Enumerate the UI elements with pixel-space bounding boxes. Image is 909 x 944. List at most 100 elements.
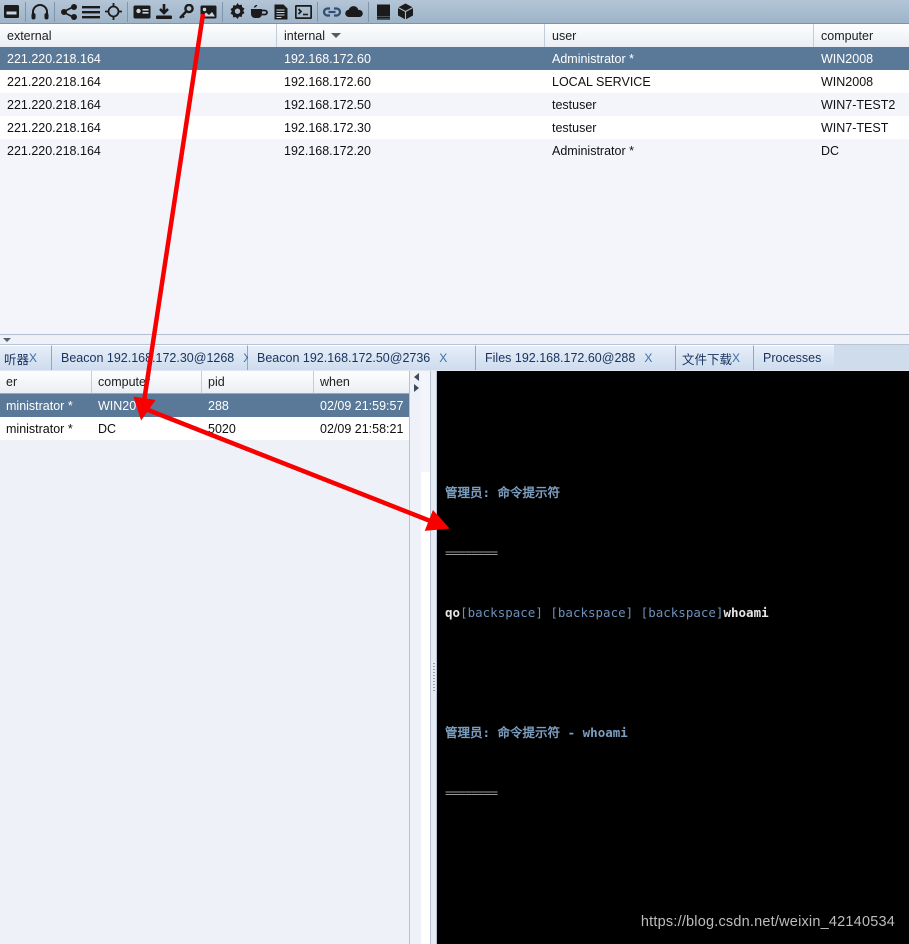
- process-table-header: er computer pid when: [0, 371, 421, 394]
- column-header-external[interactable]: external: [0, 24, 277, 47]
- table-empty-area: [0, 440, 421, 944]
- tab-file-download[interactable]: 文件下载 X: [676, 345, 754, 370]
- tab-label: 文件下载: [682, 352, 733, 367]
- screenshot-image-icon[interactable]: [197, 1, 219, 23]
- cell-computer: DC: [821, 143, 840, 158]
- cell-computer: WIN2008: [821, 51, 874, 66]
- tab-beacon-172-30[interactable]: Beacon 192.168.172.30@1268 X: [52, 345, 251, 370]
- table-row[interactable]: ministrator * WIN2008 288 02/09 21:59:57: [0, 394, 421, 417]
- scroll-left-icon[interactable]: [410, 371, 422, 382]
- cell-user: Administrator *: [552, 51, 634, 66]
- cell-internal: 192.168.172.60: [284, 51, 371, 66]
- cell-user: testuser: [552, 97, 597, 112]
- chevron-down-icon[interactable]: [3, 338, 11, 342]
- tab-close-icon[interactable]: X: [732, 351, 740, 365]
- column-header-pid[interactable]: pid: [202, 371, 314, 393]
- tab-close-icon[interactable]: X: [439, 351, 447, 365]
- sort-descending-icon: [331, 33, 341, 38]
- download-icon[interactable]: [153, 1, 175, 23]
- pane-splitter[interactable]: [430, 371, 437, 944]
- watermark-text: https://blog.csdn.net/weixin_42140534: [640, 914, 895, 930]
- cloud-upload-icon[interactable]: [343, 1, 365, 23]
- cell-user: ministrator *: [6, 421, 73, 436]
- cell-external: 221.220.218.164: [7, 143, 101, 158]
- toolbar-separator: [127, 1, 128, 22]
- table-row[interactable]: 221.220.218.164 192.168.172.50 testuser …: [0, 93, 909, 116]
- toolbar-separator: [54, 1, 55, 22]
- beacon-console-output[interactable]: 管理员: 命令提示符 ======== qo[backspace] [backs…: [437, 371, 909, 944]
- beacon-table: external internal user computer 221.220.…: [0, 24, 909, 472]
- table-row[interactable]: ministrator * DC 5020 02/09 21:58:21: [0, 417, 421, 440]
- column-header-user[interactable]: er: [0, 371, 92, 393]
- scroll-right-icon[interactable]: [410, 382, 422, 393]
- column-header-label: computer: [98, 375, 151, 389]
- toolbar-separator: [368, 1, 369, 22]
- column-header-when[interactable]: when: [314, 371, 409, 393]
- cell-computer: DC: [98, 421, 117, 436]
- tab-close-icon[interactable]: X: [29, 351, 37, 365]
- cell-external: 221.220.218.164: [7, 74, 101, 89]
- cell-computer: WIN2008: [98, 398, 151, 413]
- tab-beacon-172-50[interactable]: Beacon 192.168.172.50@2736 X: [248, 345, 476, 370]
- console-line: qo[backspace] [backspace] [backspace]who…: [445, 605, 769, 620]
- book-icon[interactable]: [372, 1, 394, 23]
- cell-pid: 288: [208, 398, 229, 413]
- tab-strip: 听器 X Beacon 192.168.172.30@1268 X Beacon…: [0, 345, 909, 370]
- tab-listener[interactable]: 听器 X: [0, 345, 52, 370]
- console-line: ========: [445, 785, 498, 800]
- tab-close-icon[interactable]: X: [644, 351, 652, 365]
- gear-settings-icon[interactable]: [226, 1, 248, 23]
- tab-label: 听器: [4, 352, 30, 367]
- column-header-label: pid: [208, 375, 225, 389]
- column-header-computer[interactable]: computer: [814, 24, 909, 47]
- column-header-label: external: [7, 28, 52, 43]
- list-lines-icon[interactable]: [80, 1, 102, 23]
- column-header-label: er: [6, 375, 18, 389]
- console-line: 管理员: 命令提示符: [445, 485, 561, 500]
- link-chain-icon[interactable]: [321, 1, 343, 23]
- split-divider-handle[interactable]: [0, 334, 909, 345]
- column-header-label: internal: [284, 28, 325, 43]
- headphones-icon[interactable]: [29, 1, 51, 23]
- table-row[interactable]: 221.220.218.164 192.168.172.60 Administr…: [0, 47, 909, 70]
- table-row[interactable]: 221.220.218.164 192.168.172.60 LOCAL SER…: [0, 70, 909, 93]
- horizontal-scroll-arrows[interactable]: [409, 371, 421, 944]
- cell-user: testuser: [552, 120, 597, 135]
- column-header-computer[interactable]: computer: [92, 371, 202, 393]
- console-line: ========: [445, 545, 498, 560]
- package-cube-icon[interactable]: [394, 1, 416, 23]
- key-icon[interactable]: [175, 1, 197, 23]
- cell-internal: 192.168.172.50: [284, 97, 371, 112]
- cell-when: 02/09 21:59:57: [320, 398, 404, 413]
- column-header-user[interactable]: user: [545, 24, 814, 47]
- script-document-icon[interactable]: [270, 1, 292, 23]
- toolbar-separator: [25, 1, 26, 22]
- cell-computer: WIN7-TEST: [821, 120, 889, 135]
- cell-user: ministrator *: [6, 398, 73, 413]
- cell-computer: WIN2008: [821, 74, 874, 89]
- cell-external: 221.220.218.164: [7, 97, 101, 112]
- tab-label: Beacon 192.168.172.50@2736: [257, 351, 431, 365]
- cell-computer: WIN7-TEST2: [821, 97, 896, 112]
- tab-files-172-60[interactable]: Files 192.168.172.60@288 X: [476, 345, 676, 370]
- beacon-table-header: external internal user computer: [0, 24, 909, 47]
- tab-label: Files 192.168.172.60@288: [485, 351, 636, 365]
- new-window-icon[interactable]: [0, 1, 22, 23]
- table-row[interactable]: 221.220.218.164 192.168.172.30 testuser …: [0, 116, 909, 139]
- coffee-cup-icon[interactable]: [248, 1, 270, 23]
- splitter-grip[interactable]: [433, 663, 435, 691]
- cell-internal: 192.168.172.60: [284, 74, 371, 89]
- column-header-internal[interactable]: internal: [277, 24, 545, 47]
- tab-processes[interactable]: Processes: [754, 345, 834, 370]
- target-crosshair-icon[interactable]: [102, 1, 124, 23]
- id-card-icon[interactable]: [131, 1, 153, 23]
- terminal-console-icon[interactable]: [292, 1, 314, 23]
- share-graph-icon[interactable]: [58, 1, 80, 23]
- toolbar-separator: [317, 1, 318, 22]
- cell-when: 02/09 21:58:21: [320, 421, 404, 436]
- table-row[interactable]: 221.220.218.164 192.168.172.20 Administr…: [0, 139, 909, 162]
- cell-external: 221.220.218.164: [7, 120, 101, 135]
- column-header-label: user: [552, 28, 577, 43]
- cell-internal: 192.168.172.20: [284, 143, 371, 158]
